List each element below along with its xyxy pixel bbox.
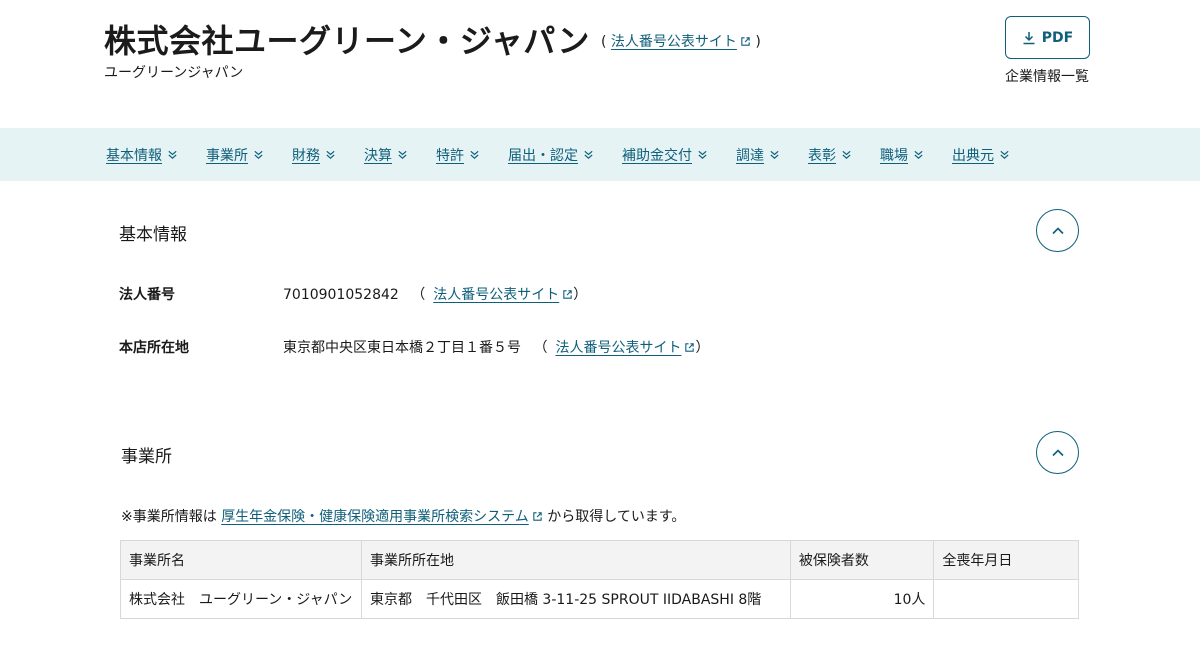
table-row: 株式会社 ユーグリーン・ジャパン 東京都 千代田区 飯田橋 3-11-25 SP… bbox=[120, 579, 1079, 619]
address-site-link-label: 法人番号公表サイト bbox=[555, 340, 682, 356]
nav-item[interactable]: 職場 bbox=[880, 145, 924, 165]
corp-number-value: 7010901052842 bbox=[283, 287, 399, 303]
paren-open: （ bbox=[411, 287, 426, 303]
double-chevron-down-icon bbox=[914, 150, 923, 159]
nav-item-label: 表彰 bbox=[808, 147, 836, 164]
section-nav-list: 基本情報 事業所 財務 決算 特許 届出・認定 補助金交付 調達 表彰 職場 出典元 bbox=[106, 128, 1038, 181]
company-name: 株式会社ユーグリーン・ジャパン bbox=[104, 22, 590, 60]
column-header-closure-date: 全喪年月日 bbox=[933, 540, 1079, 580]
corp-number-row: 7010901052842 （ 法人番号公表サイト ） bbox=[283, 284, 587, 304]
address-value: 東京都中央区東日本橋２丁目１番５号 bbox=[283, 340, 521, 356]
nav-item[interactable]: 表彰 bbox=[808, 145, 852, 165]
chevron-up-icon bbox=[1051, 226, 1064, 234]
office-address-cell: 東京都 千代田区 飯田橋 3-11-25 SPROUT IIDABASHI 8階 bbox=[360, 579, 791, 619]
nav-item-label: 届出・認定 bbox=[508, 147, 578, 164]
double-chevron-down-icon bbox=[470, 150, 479, 159]
column-header-insured-count: 被保険者数 bbox=[789, 540, 935, 580]
nav-item[interactable]: 出典元 bbox=[952, 145, 1010, 165]
closure-date-cell bbox=[933, 579, 1079, 619]
corp-number-label: 法人番号 bbox=[119, 287, 175, 303]
office-name-cell: 株式会社 ユーグリーン・ジャパン bbox=[120, 579, 362, 619]
nav-item-label: 事業所 bbox=[206, 147, 248, 164]
table-header-row: 事業所名 事業所所在地 被保険者数 全喪年月日 bbox=[120, 540, 1079, 580]
nav-item[interactable]: 決算 bbox=[364, 145, 408, 165]
chevron-up-icon bbox=[1051, 448, 1064, 456]
corp-number-site-link[interactable]: 法人番号公表サイト bbox=[433, 287, 573, 303]
note-suffix: から取得しています。 bbox=[547, 509, 686, 525]
corp-number-site-link-label: 法人番号公表サイト bbox=[433, 287, 560, 303]
column-header-office-address: 事業所所在地 bbox=[360, 540, 791, 580]
company-kana: ユーグリーンジャパン bbox=[104, 65, 244, 81]
nav-item[interactable]: 基本情報 bbox=[106, 145, 178, 165]
external-link-icon bbox=[741, 37, 750, 46]
address-label: 本店所在地 bbox=[119, 340, 189, 356]
double-chevron-down-icon bbox=[326, 150, 335, 159]
address-site-link[interactable]: 法人番号公表サイト bbox=[555, 340, 695, 356]
company-title-row: 株式会社ユーグリーン・ジャパン ( 法人番号公表サイト ) bbox=[104, 16, 761, 62]
corp-number-site-link[interactable]: 法人番号公表サイト bbox=[611, 34, 751, 50]
external-link-icon bbox=[563, 290, 572, 299]
nav-item-label: 補助金交付 bbox=[622, 147, 692, 164]
external-link-icon bbox=[685, 343, 695, 352]
pdf-button-label: PDF bbox=[1041, 29, 1074, 46]
nav-item-label: 特許 bbox=[436, 147, 464, 164]
double-chevron-down-icon bbox=[168, 150, 177, 159]
nav-item-label: 出典元 bbox=[952, 147, 994, 164]
pension-search-system-link-label: 厚生年金保険・健康保険適用事業所検索システム bbox=[221, 509, 529, 525]
paren-open: （ bbox=[533, 340, 548, 356]
double-chevron-down-icon bbox=[398, 150, 407, 159]
paren-close: ） bbox=[573, 287, 588, 303]
nav-item[interactable]: 調達 bbox=[736, 145, 780, 165]
basic-info-heading: 基本情報 bbox=[119, 225, 187, 245]
paren-open: ( bbox=[601, 34, 607, 50]
basic-info-collapse-button[interactable] bbox=[1036, 209, 1079, 252]
nav-item[interactable]: 事業所 bbox=[206, 145, 264, 165]
nav-item[interactable]: 特許 bbox=[436, 145, 480, 165]
nav-item-label: 財務 bbox=[292, 147, 320, 164]
offices-heading: 事業所 bbox=[121, 447, 172, 467]
corp-site-link-wrapper: ( 法人番号公表サイト ) bbox=[601, 34, 761, 50]
double-chevron-down-icon bbox=[698, 150, 707, 159]
offices-source-note: ※事業所情報は 厚生年金保険・健康保険適用事業所検索システム から取得しています… bbox=[121, 506, 685, 526]
offices-collapse-button[interactable] bbox=[1036, 431, 1079, 474]
double-chevron-down-icon bbox=[770, 150, 779, 159]
nav-item-label: 調達 bbox=[736, 147, 764, 164]
nav-item[interactable]: 届出・認定 bbox=[508, 145, 594, 165]
external-link-icon bbox=[533, 512, 542, 521]
offices-table: 事業所名 事業所所在地 被保険者数 全喪年月日 株式会社 ユーグリーン・ジャパン… bbox=[120, 540, 1079, 619]
paren-close: ) bbox=[755, 34, 761, 50]
nav-item-label: 職場 bbox=[880, 147, 908, 164]
pdf-caption: 企業情報一覧 bbox=[1005, 69, 1089, 85]
nav-item-label: 基本情報 bbox=[106, 147, 162, 164]
column-header-office-name: 事業所名 bbox=[120, 540, 362, 580]
download-icon bbox=[1023, 31, 1035, 44]
double-chevron-down-icon bbox=[584, 150, 593, 159]
corp-number-site-link-label: 法人番号公表サイト bbox=[610, 34, 737, 50]
pdf-download-button[interactable]: PDF bbox=[1005, 16, 1090, 59]
paren-close: ） bbox=[695, 340, 710, 356]
page-header: 株式会社ユーグリーン・ジャパン ( 法人番号公表サイト ) ユーグリーンジャパン… bbox=[0, 0, 1200, 128]
double-chevron-down-icon bbox=[1000, 150, 1009, 159]
insured-count-cell: 10人 bbox=[789, 579, 935, 619]
nav-item[interactable]: 財務 bbox=[292, 145, 336, 165]
nav-item[interactable]: 補助金交付 bbox=[622, 145, 708, 165]
address-row: 東京都中央区東日本橋２丁目１番５号 （ 法人番号公表サイト ） bbox=[283, 337, 709, 357]
double-chevron-down-icon bbox=[842, 150, 851, 159]
section-nav: 基本情報 事業所 財務 決算 特許 届出・認定 補助金交付 調達 表彰 職場 出典元 bbox=[0, 128, 1200, 181]
pension-search-system-link[interactable]: 厚生年金保険・健康保険適用事業所検索システム bbox=[221, 509, 543, 525]
nav-item-label: 決算 bbox=[364, 147, 392, 164]
note-prefix: ※事業所情報は bbox=[121, 509, 217, 525]
double-chevron-down-icon bbox=[254, 150, 263, 159]
